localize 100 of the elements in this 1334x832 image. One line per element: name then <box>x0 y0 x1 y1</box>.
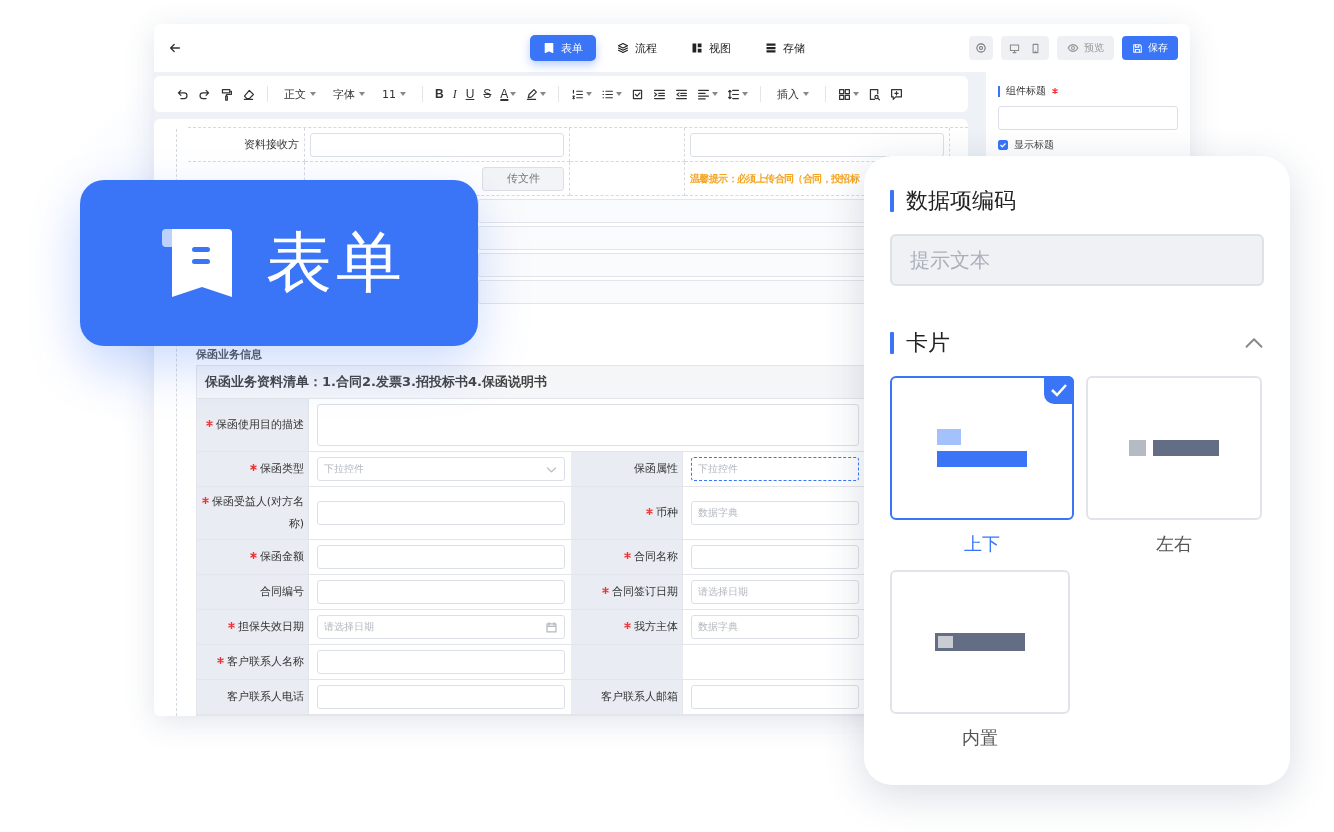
required-icon <box>624 622 631 629</box>
field-label: 合同编号 <box>260 584 304 600</box>
input-field[interactable]: 提示文本 <box>890 234 1264 286</box>
bold-button[interactable]: B <box>433 85 446 103</box>
caret-icon <box>803 92 810 96</box>
field-label: 担保失效日期 <box>228 616 304 638</box>
eye-icon <box>1067 42 1079 54</box>
caret-icon <box>712 92 719 96</box>
input-field[interactable] <box>317 501 565 525</box>
upload-field[interactable]: 传文件 <box>482 166 564 191</box>
caret-icon <box>359 92 365 96</box>
input-field[interactable] <box>317 545 565 569</box>
section-title: 保函业务信息 <box>196 347 263 362</box>
save-button[interactable]: 保存 <box>1122 36 1178 60</box>
required-icon <box>624 552 631 559</box>
field-label: 保函受益人(对方名称) <box>199 491 304 535</box>
input-field[interactable] <box>317 580 565 604</box>
required-icon <box>250 552 257 559</box>
underline-button[interactable]: U <box>463 85 477 103</box>
undo-icon <box>176 87 189 101</box>
required-icon <box>602 587 609 594</box>
find-document-icon <box>868 87 882 101</box>
field-label: 合同名称 <box>624 546 678 568</box>
checkbox-label: 显示标题 <box>1014 138 1054 152</box>
document-icon <box>543 42 555 54</box>
tab[interactable]: 表单 <box>530 35 596 61</box>
phone-icon <box>1030 42 1041 54</box>
caret-icon <box>616 92 623 96</box>
field-label: 币种 <box>646 502 678 524</box>
caret-icon <box>853 92 860 96</box>
field-label: 保函使用目的描述 <box>206 414 304 436</box>
align-icon <box>697 87 711 101</box>
comment-icon <box>890 87 904 101</box>
field-label: 保函金额 <box>250 546 304 568</box>
layout-option-card[interactable] <box>890 376 1074 520</box>
input-field[interactable] <box>310 132 564 157</box>
caret-icon <box>540 92 547 96</box>
tab[interactable]: 存储 <box>752 35 818 61</box>
save-icon <box>1132 42 1143 54</box>
required-icon <box>217 657 224 664</box>
field-label: 合同签订日期 <box>602 581 678 603</box>
option-label: 上下 <box>964 532 1000 556</box>
settings-icon <box>975 42 987 54</box>
required-icon <box>201 497 209 504</box>
input-field[interactable] <box>317 685 565 709</box>
hint-text: 温馨提示：必须上传合同（合同，投招标 <box>690 171 860 186</box>
input-field[interactable] <box>690 132 944 157</box>
toolbar-dropdown[interactable]: 11 <box>380 85 408 103</box>
toolbar-dropdown[interactable]: 字体 <box>331 84 367 104</box>
tab[interactable]: 流程 <box>604 35 670 61</box>
indent-icon <box>653 87 667 101</box>
highlighter-icon <box>525 87 539 101</box>
strike-button[interactable]: S <box>481 85 494 103</box>
redo-icon <box>198 87 211 101</box>
required-icon <box>228 622 235 629</box>
input-field[interactable] <box>317 650 565 674</box>
paint-roller-icon <box>220 87 233 101</box>
input-field[interactable] <box>691 545 859 569</box>
caret-icon <box>310 92 316 96</box>
field-label: 保函属性 <box>634 461 678 477</box>
required-icon <box>646 508 653 515</box>
input-field[interactable] <box>691 685 859 709</box>
toolbar-dropdown[interactable]: 插入 <box>775 84 812 104</box>
caret-icon <box>400 92 406 96</box>
grid-icon <box>838 87 852 101</box>
badge-title: 表单 <box>266 223 406 303</box>
option-label: 内置 <box>962 726 998 750</box>
layout-icon <box>691 42 703 54</box>
property-label: 组件标题 <box>1006 84 1046 98</box>
line-height-icon <box>727 87 741 101</box>
outdent-icon <box>675 87 689 101</box>
required-icon <box>250 464 257 471</box>
color-button[interactable]: A <box>498 85 519 103</box>
section-title: 卡片 <box>906 329 950 357</box>
monitor-icon <box>1009 42 1020 54</box>
field-label: 保函类型 <box>250 458 304 480</box>
checkbox-icon <box>631 87 645 101</box>
layers-icon <box>617 42 629 54</box>
bookmark-icon <box>162 229 232 297</box>
arrow-left-icon <box>168 41 182 55</box>
input-field[interactable] <box>998 106 1178 130</box>
required-icon <box>206 420 213 427</box>
settings-button[interactable] <box>969 36 993 60</box>
option-label: 左右 <box>1156 532 1192 556</box>
toolbar-dropdown[interactable]: 正文 <box>282 84 318 104</box>
field-label: 客户联系人邮箱 <box>601 689 678 705</box>
tab[interactable]: 视图 <box>678 35 744 61</box>
field-label: 客户联系人电话 <box>227 689 304 705</box>
caret-icon <box>586 92 593 96</box>
check-icon <box>1044 376 1074 404</box>
field-label: 资料接收方 <box>244 137 299 152</box>
list-title: 保函业务资料清单：1.合同2.发票3.招投标书4.保函说明书 <box>197 366 865 399</box>
field-label: 客户联系人名称 <box>217 651 304 673</box>
caret-icon <box>510 92 517 96</box>
calendar-icon <box>545 620 558 634</box>
checkbox[interactable] <box>998 140 1008 150</box>
italic-button[interactable]: I <box>450 84 459 104</box>
popup-title: 数据项编码 <box>906 187 1016 215</box>
eraser-icon <box>242 87 255 101</box>
caret-icon <box>742 92 749 96</box>
